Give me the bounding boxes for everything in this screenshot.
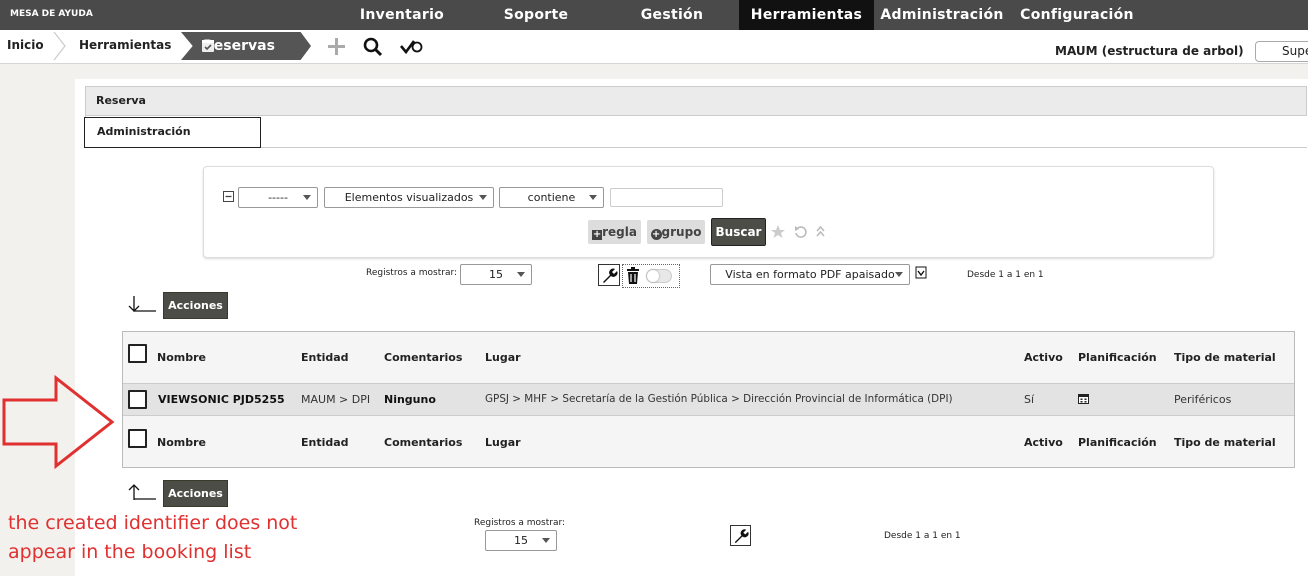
check-icon[interactable] (399, 38, 424, 55)
menu-herramientas[interactable]: Herramientas (739, 0, 874, 30)
chevron-down-icon (895, 272, 903, 277)
column-header-nombre[interactable]: Nombre (157, 351, 206, 364)
records-select-value: 15 (489, 268, 503, 281)
row-nombre-link[interactable]: VIEWSONIC PJD5255 (158, 393, 285, 406)
profile-select[interactable]: Super-Admin (1255, 41, 1308, 62)
profile-select-value: Super-Admin (1282, 44, 1308, 58)
breadcrumb-inicio[interactable]: Inicio (7, 30, 44, 61)
tab-administracion[interactable]: Administración (84, 117, 261, 148)
field-select-2-value: Elementos visualizados (344, 191, 474, 204)
plus-square-icon: + (592, 229, 603, 240)
column-footer-comentarios[interactable]: Comentarios (384, 436, 462, 449)
annotation-line-1: the created identifier does not (8, 512, 298, 534)
reset-icon[interactable] (794, 225, 807, 238)
plus-icon[interactable] (327, 37, 346, 56)
row-tipo: Periféricos (1174, 393, 1232, 406)
records-select-bottom[interactable]: 15 (485, 530, 557, 551)
breadcrumb-herramientas[interactable]: Herramientas (79, 30, 171, 61)
add-group-button[interactable]: +grupo (647, 220, 705, 244)
menu-gestion[interactable]: Gestión (622, 0, 722, 30)
records-select-bottom-value: 15 (514, 534, 528, 547)
field-select-1[interactable]: ----- (238, 187, 318, 208)
chevron-down-icon (517, 272, 525, 277)
calendar-icon (202, 40, 214, 52)
star-icon[interactable] (771, 225, 785, 238)
export-format-select[interactable]: Vista en formato PDF apaisado (710, 264, 910, 285)
add-rule-label: regla (602, 225, 637, 239)
brand-label[interactable]: MESA DE AYUDA (10, 9, 93, 19)
operator-select[interactable]: contiene (499, 187, 604, 208)
field-select-2[interactable]: Elementos visualizados (324, 187, 494, 208)
chevron-down-icon (542, 538, 550, 543)
wrench-icon (734, 529, 749, 544)
chevron-down-icon (479, 195, 487, 200)
panel-header (85, 86, 1307, 116)
records-label-bottom: Registros a mostrar: (474, 518, 566, 528)
wrench-icon (603, 268, 618, 283)
search-button[interactable]: Buscar (711, 218, 766, 246)
search-criteria-box (203, 166, 1214, 258)
row-entidad: MAUM > DPI (301, 393, 371, 406)
entity-label[interactable]: MAUM (estructura de arbol) (1055, 44, 1244, 58)
column-header-lugar[interactable]: Lugar (485, 351, 521, 364)
pagination-range: Desde 1 a 1 en 1 (967, 270, 1044, 280)
column-header-tipo[interactable]: Tipo de material (1174, 351, 1276, 364)
select-all-checkbox[interactable] (128, 344, 147, 363)
menu-configuracion[interactable]: Configuración (1016, 0, 1138, 30)
pagination-range-bottom: Desde 1 a 1 en 1 (884, 531, 961, 541)
tab-row (85, 116, 1307, 148)
column-footer-lugar[interactable]: Lugar (485, 436, 521, 449)
add-rule-button[interactable]: +regla (588, 220, 641, 244)
menu-inventario[interactable]: Inventario (346, 0, 458, 30)
red-arrow-annotation (2, 374, 115, 470)
main-panel (75, 79, 1308, 576)
wrench-button-bottom[interactable] (730, 525, 751, 546)
operator-select-value: contiene (527, 191, 576, 204)
add-group-label: grupo (661, 225, 702, 239)
column-header-planificacion[interactable]: Planificación (1078, 351, 1157, 364)
column-footer-activo[interactable]: Activo (1024, 436, 1063, 449)
search-icon[interactable] (363, 37, 383, 57)
records-select[interactable]: 15 (460, 264, 532, 285)
column-header-comentarios[interactable]: Comentarios (384, 351, 462, 364)
toggle-knob (647, 270, 659, 282)
plus-circle-icon: + (650, 229, 662, 240)
column-footer-entidad[interactable]: Entidad (301, 436, 349, 449)
arrow-up-left-icon (128, 484, 156, 500)
row-lugar: GPSJ > MHF > Secretaría de la Gestión Pú… (485, 393, 953, 405)
actions-button-bottom[interactable]: Acciones (163, 480, 228, 507)
actions-button-top[interactable]: Acciones (163, 292, 228, 319)
row-comentarios: Ninguno (384, 393, 436, 406)
menu-soporte[interactable]: Soporte (488, 0, 584, 30)
column-footer-nombre[interactable]: Nombre (157, 436, 206, 449)
breadcrumb-separator-icon (53, 32, 66, 60)
row-activo: Sí (1024, 393, 1035, 406)
row-checkbox[interactable] (128, 390, 147, 409)
column-footer-tipo[interactable]: Tipo de material (1174, 436, 1276, 449)
export-icon[interactable] (915, 266, 927, 279)
column-footer-planificacion[interactable]: Planificación (1078, 436, 1157, 449)
wrench-button[interactable] (598, 264, 620, 286)
toggle-switch[interactable] (646, 269, 672, 283)
menu-administracion[interactable]: Administración (880, 0, 1004, 30)
chevron-down-icon (589, 195, 597, 200)
annotation-line-2: appear in the booking list (8, 541, 252, 563)
records-label: Registros a mostrar: (366, 268, 458, 278)
export-format-value: Vista en formato PDF apaisado (725, 268, 895, 281)
planning-calendar-icon[interactable] (1078, 393, 1089, 404)
trash-icon[interactable] (626, 267, 640, 284)
panel-title: Reserva (96, 94, 146, 107)
arrow-down-left-icon (128, 296, 156, 312)
collapse-icon[interactable] (223, 191, 234, 202)
column-header-activo[interactable]: Activo (1024, 351, 1063, 364)
chevron-up-double-icon[interactable] (815, 225, 826, 238)
criteria-value-input[interactable] (610, 188, 723, 207)
select-all-checkbox-footer[interactable] (128, 429, 147, 448)
column-header-entidad[interactable]: Entidad (301, 351, 349, 364)
field-select-1-value: ----- (268, 191, 288, 204)
chevron-down-icon (303, 195, 311, 200)
